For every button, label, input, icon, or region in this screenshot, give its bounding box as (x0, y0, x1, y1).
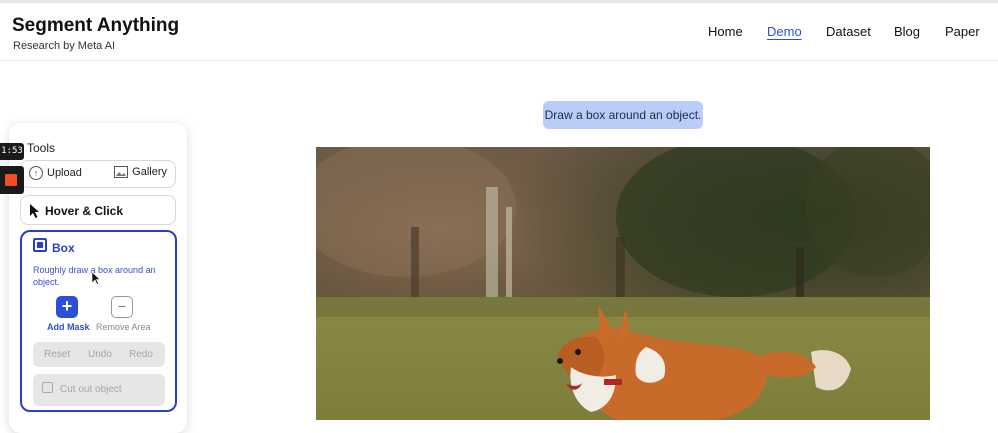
recording-timer: 1:53 (0, 143, 24, 160)
tools-heading: Tools (27, 141, 56, 155)
stop-recording-button[interactable] (0, 166, 24, 194)
box-select-icon (33, 238, 47, 252)
reset-button[interactable]: Reset (44, 349, 70, 360)
undo-button[interactable]: Undo (88, 349, 112, 360)
corgi-photo (316, 147, 930, 420)
nav-home[interactable]: Home (708, 24, 743, 39)
hover-click-label: Hover & Click (45, 204, 124, 218)
gallery-button[interactable]: Gallery (114, 166, 167, 178)
upload-label: Upload (47, 167, 82, 179)
remove-area-label: Remove Area (96, 322, 151, 332)
cursor-arrow-icon (30, 204, 39, 218)
upload-arrow-icon: ↑ (29, 166, 43, 180)
redo-button[interactable]: Redo (129, 349, 153, 360)
brand-title[interactable]: Segment Anything (12, 15, 179, 37)
nav-blog[interactable]: Blog (894, 24, 920, 39)
cutout-icon (42, 382, 53, 393)
demo-image-canvas[interactable] (316, 147, 930, 420)
box-tool-card[interactable]: Box Roughly draw a box around an object.… (20, 230, 177, 412)
gallery-label: Gallery (132, 166, 167, 178)
remove-area-button[interactable]: − (111, 296, 133, 318)
mouse-pointer-icon (92, 272, 101, 285)
add-mask-label: Add Mask (47, 322, 90, 332)
box-tool-title: Box (52, 241, 75, 255)
cut-out-object-button[interactable]: Cut out object (33, 374, 165, 406)
nav-paper[interactable]: Paper (945, 24, 980, 39)
upload-button[interactable]: ↑ Upload (29, 166, 82, 180)
instruction-prompt: Draw a box around an object. (543, 101, 703, 129)
add-mask-button[interactable]: + (56, 296, 78, 318)
history-actions: Reset Undo Redo (33, 342, 165, 367)
nav-demo[interactable]: Demo (767, 24, 802, 39)
nav-dataset[interactable]: Dataset (826, 24, 871, 39)
brand-subtitle: Research by Meta AI (13, 40, 116, 52)
cut-out-label: Cut out object (60, 384, 122, 395)
site-header: Segment Anything Research by Meta AI Hom… (0, 3, 998, 61)
upload-gallery-row: ↑ Upload Gallery (20, 160, 176, 188)
gallery-image-icon (114, 166, 129, 178)
hover-click-tool[interactable]: Hover & Click (20, 195, 176, 225)
